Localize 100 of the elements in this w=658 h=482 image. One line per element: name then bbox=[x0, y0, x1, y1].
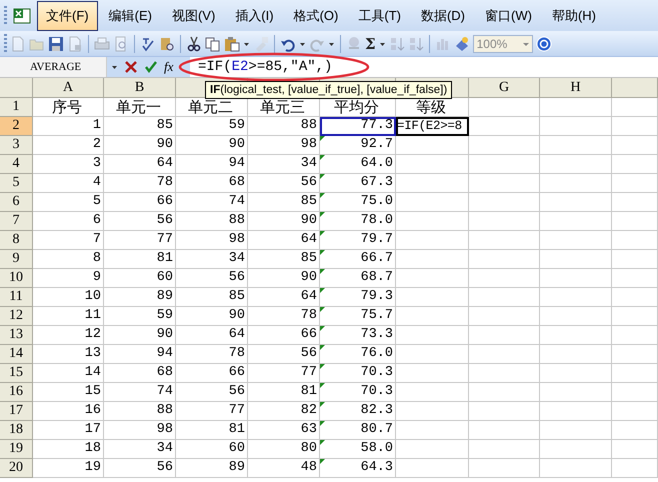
table-cell: 90 bbox=[248, 269, 320, 288]
row-header[interactable]: 8 bbox=[0, 231, 33, 250]
spelling-icon[interactable] bbox=[140, 36, 156, 52]
column-header[interactable]: G bbox=[469, 78, 540, 98]
table-cell: 15 bbox=[33, 383, 104, 402]
table-cell bbox=[612, 440, 658, 459]
table-cell: 64 bbox=[248, 288, 320, 307]
table-cell bbox=[540, 250, 612, 269]
table-cell: 73.3 bbox=[320, 326, 396, 345]
insert-function-button[interactable]: fx bbox=[164, 59, 174, 75]
table-cell: 88 bbox=[104, 402, 176, 421]
table-cell: 5 bbox=[33, 193, 104, 212]
table-cell bbox=[612, 231, 658, 250]
table-cell bbox=[469, 136, 540, 155]
menu-item[interactable]: 窗口(W) bbox=[476, 0, 541, 30]
table-cell bbox=[540, 345, 612, 364]
table-cell bbox=[469, 440, 540, 459]
row-header[interactable]: 2 bbox=[0, 117, 33, 136]
autosum-button[interactable]: Σ bbox=[365, 34, 376, 52]
table-cell: 56 bbox=[248, 174, 320, 193]
row-header[interactable]: 4 bbox=[0, 155, 33, 174]
row-header[interactable]: 11 bbox=[0, 288, 33, 307]
column-header[interactable]: H bbox=[540, 78, 612, 98]
table-cell bbox=[540, 364, 612, 383]
table-cell: 56 bbox=[104, 459, 176, 478]
help-icon[interactable] bbox=[536, 36, 552, 52]
table-cell: 70.3 bbox=[320, 383, 396, 402]
column-header[interactable]: A bbox=[33, 78, 104, 98]
table-cell: 98 bbox=[176, 231, 248, 250]
column-header[interactable]: B bbox=[104, 78, 176, 98]
table-cell: 80.7 bbox=[320, 421, 396, 440]
table-cell bbox=[540, 459, 612, 478]
row-header[interactable]: 5 bbox=[0, 174, 33, 193]
table-cell: 6 bbox=[33, 212, 104, 231]
row-header[interactable]: 12 bbox=[0, 307, 33, 326]
row-header[interactable]: 7 bbox=[0, 212, 33, 231]
table-cell bbox=[612, 364, 658, 383]
table-cell: 74 bbox=[176, 193, 248, 212]
row-header[interactable]: 16 bbox=[0, 383, 33, 402]
menu-item[interactable]: 插入(I) bbox=[226, 0, 283, 30]
row-header[interactable]: 13 bbox=[0, 326, 33, 345]
menu-item[interactable]: 格式(O) bbox=[284, 0, 348, 30]
table-cell: 98 bbox=[104, 421, 176, 440]
table-cell: 88 bbox=[176, 212, 248, 231]
copy-icon[interactable] bbox=[205, 36, 221, 52]
table-cell bbox=[540, 288, 612, 307]
table-cell bbox=[540, 440, 612, 459]
name-box[interactable]: AVERAGE bbox=[0, 57, 107, 77]
table-cell bbox=[540, 383, 612, 402]
save-icon[interactable] bbox=[48, 36, 64, 52]
table-cell bbox=[612, 326, 658, 345]
table-cell bbox=[612, 174, 658, 193]
table-cell: 64.3 bbox=[320, 459, 396, 478]
cut-icon[interactable] bbox=[186, 36, 202, 52]
row-header[interactable]: 6 bbox=[0, 193, 33, 212]
row-header[interactable]: 18 bbox=[0, 421, 33, 440]
table-cell: 12 bbox=[33, 326, 104, 345]
paste-icon[interactable] bbox=[224, 36, 240, 52]
row-header[interactable]: 10 bbox=[0, 269, 33, 288]
table-cell: 94 bbox=[104, 345, 176, 364]
row-header[interactable]: 3 bbox=[0, 136, 33, 155]
menu-item[interactable]: 编辑(E) bbox=[100, 0, 161, 30]
table-cell bbox=[540, 98, 612, 117]
table-cell: 14 bbox=[33, 364, 104, 383]
table-cell: 59 bbox=[176, 117, 248, 136]
table-cell: 80 bbox=[248, 440, 320, 459]
cancel-icon[interactable] bbox=[124, 60, 138, 74]
table-cell: 10 bbox=[33, 288, 104, 307]
menu-item[interactable]: 视图(V) bbox=[162, 0, 224, 30]
row-header[interactable]: 14 bbox=[0, 345, 33, 364]
row-header[interactable]: 9 bbox=[0, 250, 33, 269]
table-cell: 78 bbox=[176, 345, 248, 364]
table-cell: 78.0 bbox=[320, 212, 396, 231]
row-header[interactable]: 1 bbox=[0, 98, 33, 117]
table-cell bbox=[469, 250, 540, 269]
row-header[interactable]: 17 bbox=[0, 402, 33, 421]
table-cell bbox=[612, 402, 658, 421]
menu-item[interactable]: 帮助(H) bbox=[542, 0, 605, 30]
active-cell[interactable]: =IF(E2>=8 bbox=[396, 117, 469, 136]
check-icon[interactable] bbox=[144, 60, 158, 74]
table-cell bbox=[469, 307, 540, 326]
row-header[interactable]: 19 bbox=[0, 440, 33, 459]
menu-item[interactable]: 文件(F) bbox=[37, 0, 98, 30]
table-cell bbox=[469, 231, 540, 250]
table-cell bbox=[612, 136, 658, 155]
spreadsheet-app-icon[interactable] bbox=[13, 6, 31, 24]
menu-item[interactable]: 工具(T) bbox=[349, 0, 410, 30]
row-header[interactable]: 15 bbox=[0, 364, 33, 383]
menu-item[interactable]: 数据(D) bbox=[412, 0, 474, 30]
research-icon[interactable] bbox=[159, 36, 175, 52]
table-cell: 89 bbox=[176, 459, 248, 478]
row-header[interactable]: 20 bbox=[0, 459, 33, 478]
table-cell bbox=[469, 326, 540, 345]
table-cell bbox=[469, 155, 540, 174]
table-header-cell: 序号 bbox=[33, 98, 104, 117]
table-cell bbox=[612, 193, 658, 212]
table-cell: 7 bbox=[33, 231, 104, 250]
table-cell: 67.3 bbox=[320, 174, 396, 193]
table-cell bbox=[469, 174, 540, 193]
drawing-icon[interactable] bbox=[454, 36, 470, 52]
